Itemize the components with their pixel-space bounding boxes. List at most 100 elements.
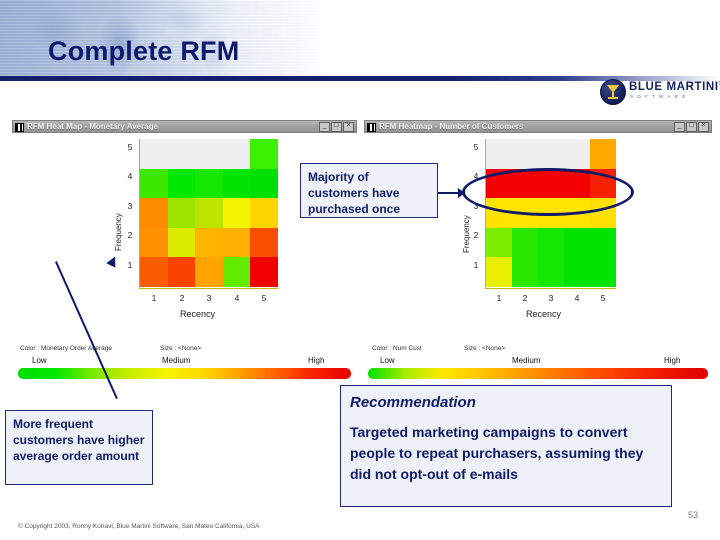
left-window-controls[interactable]: _ □ × — [319, 122, 354, 132]
heatmap-cell-f4-r2[interactable] — [167, 168, 196, 199]
heatmap-cell-f5-r3[interactable] — [538, 139, 564, 169]
close-button[interactable]: × — [343, 122, 354, 132]
heatmap-cell-f2-r2[interactable] — [512, 227, 538, 258]
heatmap-cell-f3-r5[interactable] — [250, 198, 278, 228]
heatmap-cell-f3-r4[interactable] — [222, 198, 251, 228]
heatmap-cell-f5-r1[interactable] — [486, 139, 512, 169]
heatmap-cell-f4-r4[interactable] — [222, 168, 251, 199]
left-legend-color-metric: Color : Monetary Order Average — [20, 345, 113, 352]
page-title: Complete RFM — [48, 36, 240, 66]
heatmap-cell-f3-r1[interactable] — [140, 198, 168, 228]
page-number: 53 — [688, 510, 699, 520]
heatmap-cell-f2-r4[interactable] — [222, 227, 251, 258]
heatmap-cell-f2-r2[interactable] — [167, 227, 196, 258]
heatmap-cell-f5-r2[interactable] — [512, 139, 538, 169]
heatmap-cell-f5-r3[interactable] — [195, 139, 223, 169]
copyright-footer: © Copyright 2003, Ronny Kohavi, Blue Mar… — [18, 523, 260, 530]
right-xtick-1: 1 — [496, 293, 502, 303]
heatmap-cell-f2-r3[interactable] — [538, 227, 564, 258]
heatmap-cell-f1-r1[interactable] — [486, 257, 512, 287]
callout-connector-line — [438, 192, 460, 194]
left-xtick-1: 1 — [151, 293, 157, 303]
left-y-axis-label: Frequency — [114, 213, 123, 251]
recommendation-title: Recommendation — [350, 394, 476, 411]
left-ytick-4: 4 — [127, 171, 133, 181]
right-y-axis-line — [485, 139, 486, 288]
left-x-axis-label: Recency — [180, 309, 216, 319]
left-legend-low-label: Low — [32, 356, 47, 365]
maximize-button[interactable]: □ — [686, 122, 697, 132]
heatmap-cell-f5-r4[interactable] — [222, 139, 251, 169]
close-button[interactable]: × — [698, 122, 709, 132]
heatmap-cell-f2-r5[interactable] — [590, 227, 616, 258]
right-legend-low-label: Low — [380, 356, 395, 365]
logo-wordmark-text: BLUE MARTINI — [629, 81, 719, 93]
heatmap-cell-f2-r1[interactable] — [486, 227, 512, 258]
right-xtick-2: 2 — [522, 293, 528, 303]
left-heatmap-grid[interactable] — [140, 139, 278, 287]
heatmap-cell-f4-r5[interactable] — [250, 168, 278, 199]
left-y-axis-line — [139, 139, 140, 288]
heatmap-cell-f5-r4[interactable] — [564, 139, 590, 169]
blue-martini-logo: BLUE MARTINI® SOFTWARE — [600, 78, 720, 105]
close-icon: × — [346, 122, 351, 129]
left-legend-medium-label: Medium — [162, 356, 191, 365]
heatmap-cell-f1-r2[interactable] — [512, 257, 538, 287]
right-window-controls[interactable]: _ □ × — [674, 122, 709, 132]
left-xtick-3: 3 — [206, 293, 212, 303]
left-x-axis-line — [139, 288, 278, 289]
heatmap-cell-f2-r4[interactable] — [564, 227, 590, 258]
minimize-icon: _ — [322, 122, 327, 129]
left-legend-high-label: High — [308, 356, 325, 365]
heatmap-cell-f1-r4[interactable] — [564, 257, 590, 287]
right-chart-window[interactable]: RFM Heatmap - Number of Customers _ □ × … — [364, 120, 712, 379]
left-chart-window[interactable]: RFM Heat Map - Monetary Average _ □ × 5 … — [12, 120, 357, 379]
right-window-titlebar[interactable]: RFM Heatmap - Number of Customers _ □ × — [364, 120, 712, 133]
heatmap-cell-f1-r3[interactable] — [195, 257, 223, 287]
left-ytick-2: 2 — [127, 230, 133, 240]
left-window-titlebar[interactable]: RFM Heat Map - Monetary Average _ □ × — [12, 120, 357, 133]
martini-glass-icon — [600, 79, 626, 105]
heatmap-cell-f3-r3[interactable] — [195, 198, 223, 228]
heatmap-cell-f1-r2[interactable] — [167, 257, 196, 287]
heatmap-cell-f1-r1[interactable] — [140, 257, 168, 287]
heatmap-cell-f5-r1[interactable] — [140, 139, 168, 169]
callout-recommendation: Recommendation Targeted marketing campai… — [340, 385, 672, 507]
recommendation-body: Targeted marketing campaigns to convert … — [350, 424, 644, 482]
heatmap-cell-f1-r5[interactable] — [250, 257, 278, 287]
heatmap-cell-f2-r5[interactable] — [250, 227, 278, 258]
right-legend-medium-label: Medium — [512, 356, 541, 365]
heatmap-cell-f4-r1[interactable] — [140, 168, 168, 199]
right-ytick-5: 5 — [473, 142, 479, 152]
callout-more-frequent: More frequent customers have higher aver… — [5, 410, 153, 485]
heatmap-cell-f1-r4[interactable] — [222, 257, 251, 287]
right-legend-color-metric: Color : Num Cust — [372, 345, 422, 352]
heatmap-cell-f4-r3[interactable] — [195, 168, 223, 199]
minimize-icon: _ — [677, 122, 682, 129]
heatmap-cell-f2-r1[interactable] — [140, 227, 168, 258]
heatmap-cell-f5-r2[interactable] — [167, 139, 196, 169]
left-legend-size-metric: Size : <None> — [160, 345, 202, 352]
logo-wordmark: BLUE MARTINI® — [629, 81, 720, 93]
callout-majority: Majority of customers have purchased onc… — [300, 163, 438, 218]
heatmap-cell-f5-r5[interactable] — [250, 139, 278, 169]
logo-tagline: SOFTWARE — [630, 94, 690, 99]
right-xtick-4: 4 — [574, 293, 580, 303]
maximize-button[interactable]: □ — [331, 122, 342, 132]
heatmap-cell-f1-r5[interactable] — [590, 257, 616, 287]
right-ytick-2: 2 — [473, 230, 479, 240]
minimize-button[interactable]: _ — [319, 122, 330, 132]
heatmap-cell-f5-r5[interactable] — [590, 139, 616, 169]
heatmap-cell-f1-r3[interactable] — [538, 257, 564, 287]
left-window-title: RFM Heat Map - Monetary Average — [27, 122, 158, 131]
right-xtick-5: 5 — [600, 293, 606, 303]
heatmap-cell-f2-r3[interactable] — [195, 227, 223, 258]
slide-header: Complete RFM — [0, 0, 720, 78]
heatmap-cell-f3-r2[interactable] — [167, 198, 196, 228]
window-app-icon — [15, 122, 24, 132]
minimize-button[interactable]: _ — [674, 122, 685, 132]
window-app-icon — [367, 122, 376, 132]
close-icon: × — [701, 122, 706, 129]
right-color-legend-bar — [368, 368, 708, 379]
right-legend-high-label: High — [664, 356, 681, 365]
